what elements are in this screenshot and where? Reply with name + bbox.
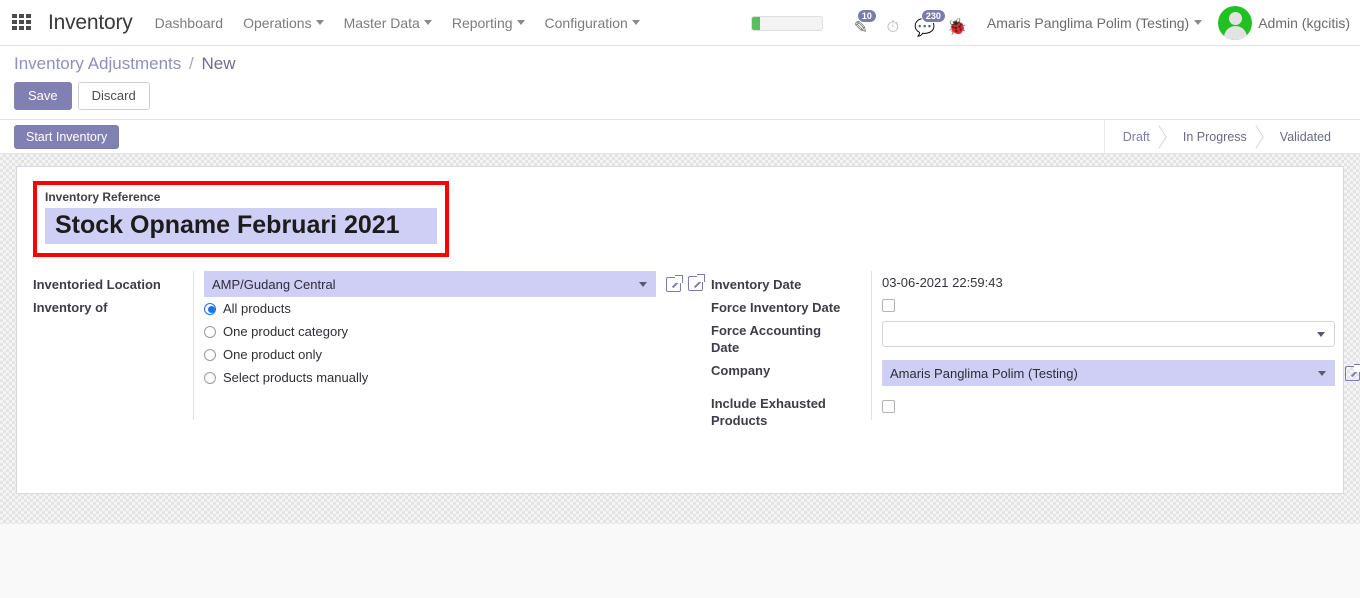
inventory-of-option-manual[interactable]: Select products manually: [204, 366, 681, 389]
status-stage-in-progress[interactable]: In Progress: [1165, 120, 1262, 153]
app-brand-title[interactable]: Inventory: [48, 11, 133, 35]
right-labels: Inventory Date Force Inventory Date Forc…: [711, 271, 871, 428]
menu-item-operations[interactable]: Operations: [243, 14, 324, 31]
breadcrumb-separator: /: [189, 54, 194, 73]
inventory-date-open-icon[interactable]: [688, 274, 705, 291]
control-panel: Inventory Adjustments / New Save Discard: [0, 46, 1360, 120]
radio-label: Select products manually: [223, 370, 369, 385]
status-stage-draft[interactable]: Draft: [1103, 120, 1165, 153]
start-inventory-button[interactable]: Start Inventory: [14, 124, 120, 149]
radio-one-product-category[interactable]: [204, 325, 216, 338]
chevron-down-icon: [423, 20, 432, 25]
company-selector-label: Amaris Panglima Polim (Testing): [986, 14, 1190, 31]
menu-item-master-data[interactable]: Master Data: [344, 15, 432, 31]
save-button[interactable]: Save: [14, 82, 72, 110]
clock-icon[interactable]: ⏱: [877, 8, 909, 38]
breadcrumb-root[interactable]: Inventory Adjustments: [14, 54, 181, 73]
bug-glyph: 🐞: [946, 18, 967, 36]
left-labels: Inventoried Location Inventory of: [33, 271, 193, 420]
inventoried-location-label: Inventoried Location: [33, 277, 161, 292]
chevron-down-icon: [639, 282, 647, 287]
main-menu: Dashboard Operations Master Data Reporti…: [155, 15, 640, 31]
include-exhausted-checkbox-wrap: [882, 386, 1360, 420]
menu-item-dashboard[interactable]: Dashboard: [155, 15, 224, 31]
systray: 10 ✎ ⏱ 230 💬 🐞 Amaris Panglima Polim (Te…: [750, 0, 1350, 45]
left-fields: AMP/Gudang Central All products One prod…: [193, 271, 683, 420]
company-value: Amaris Panglima Polim (Testing): [890, 365, 1078, 381]
avatar-body: [1223, 25, 1247, 40]
chat-bubble-icon[interactable]: 230 💬: [909, 8, 946, 38]
force-inventory-date-checkbox[interactable]: [882, 299, 895, 312]
company-select[interactable]: Amaris Panglima Polim (Testing): [882, 360, 1335, 386]
menu-item-label: Operations: [243, 14, 312, 31]
force-accounting-date-label: Force Accounting Date: [711, 323, 822, 355]
clock-glyph: ⏱: [886, 18, 900, 36]
record-actions: Save Discard: [14, 82, 1346, 110]
menu-item-configuration[interactable]: Configuration: [545, 15, 640, 31]
form-background: Inventory Reference Inventoried Location…: [0, 154, 1360, 524]
chevron-down-icon: [631, 20, 640, 25]
apps-grid-icon[interactable]: [12, 13, 34, 32]
menu-item-label: Reporting: [451, 14, 513, 31]
menu-item-label: Dashboard: [154, 14, 224, 31]
form-column-right: Inventory Date Force Inventory Date Forc…: [680, 271, 1360, 428]
radio-label: One product category: [223, 324, 349, 339]
form-columns: Inventoried Location Inventory of AMP/Gu…: [33, 271, 1360, 428]
radio-select-products-manually[interactable]: [204, 371, 216, 384]
avatar[interactable]: [1218, 5, 1253, 40]
inventory-reference-input[interactable]: [45, 208, 437, 244]
inventory-date-value: 03-06-2021 22:59:43: [882, 275, 1003, 290]
inventory-of-option-all-products[interactable]: All products: [204, 297, 681, 320]
company-open-icon[interactable]: [1345, 363, 1360, 381]
inventory-of-option-one-product[interactable]: One product only: [204, 343, 681, 366]
progress-bar: [750, 16, 823, 31]
radio-all-products[interactable]: [204, 302, 216, 315]
chevron-down-icon: [1317, 332, 1325, 337]
include-exhausted-products-checkbox[interactable]: [882, 400, 895, 413]
status-stage-validated[interactable]: Validated: [1262, 120, 1346, 153]
note-edit-icon[interactable]: 10 ✎: [845, 8, 877, 38]
inventoried-location-value: AMP/Gudang Central: [212, 276, 336, 292]
page-footer-space: [0, 524, 1360, 584]
progress-bar-fill: [751, 17, 761, 30]
radio-label: All products: [223, 301, 291, 316]
inventory-reference-highlight: Inventory Reference: [33, 181, 449, 257]
company-selector[interactable]: Amaris Panglima Polim (Testing): [986, 14, 1203, 31]
avatar-head: [1228, 11, 1242, 25]
chevron-down-icon: [1318, 371, 1326, 376]
breadcrumb-current: New: [201, 54, 236, 73]
radio-one-product-only[interactable]: [204, 348, 216, 361]
form-column-left: Inventoried Location Inventory of AMP/Gu…: [33, 271, 683, 420]
force-inventory-date-label: Force Inventory Date: [711, 300, 841, 315]
form-sheet: Inventory Reference Inventoried Location…: [16, 166, 1360, 494]
force-accounting-date-select[interactable]: [882, 321, 1335, 347]
inventory-of-label: Inventory of: [33, 300, 108, 315]
chevron-down-icon: [315, 20, 324, 25]
inventory-of-option-one-category[interactable]: One product category: [204, 320, 681, 343]
messages-count-badge: 230: [920, 8, 946, 23]
inventoried-location-open-icon[interactable]: [666, 274, 683, 292]
menu-item-label: Master Data: [343, 14, 420, 31]
status-bar: Start Inventory Draft In Progress Valida…: [0, 120, 1360, 154]
force-inventory-date-checkbox-wrap: [882, 294, 1360, 317]
discard-button[interactable]: Discard: [77, 82, 150, 110]
user-menu[interactable]: Admin (kgcitis): [1258, 15, 1350, 31]
top-navbar: Inventory Dashboard Operations Master Da…: [0, 0, 1360, 46]
menu-item-label: Configuration: [544, 14, 628, 31]
status-pipeline: Draft In Progress Validated: [1103, 120, 1346, 153]
inventory-reference-label: Inventory Reference: [45, 190, 161, 204]
inventoried-location-select[interactable]: AMP/Gudang Central: [204, 271, 656, 297]
bug-debug-icon[interactable]: 🐞: [941, 8, 973, 38]
radio-label: One product only: [223, 347, 323, 362]
note-count-badge: 10: [856, 8, 877, 23]
include-exhausted-products-label: Include Exhausted Products: [711, 396, 826, 428]
chevron-down-icon: [1194, 20, 1203, 25]
right-fields: 03-06-2021 22:59:43 Amaris Panglima Poli…: [871, 271, 1360, 420]
inventory-date-label: Inventory Date: [711, 277, 802, 292]
menu-item-reporting[interactable]: Reporting: [452, 15, 525, 31]
breadcrumb: Inventory Adjustments / New: [14, 54, 1346, 74]
company-label: Company: [711, 363, 771, 378]
chevron-down-icon: [516, 20, 525, 25]
